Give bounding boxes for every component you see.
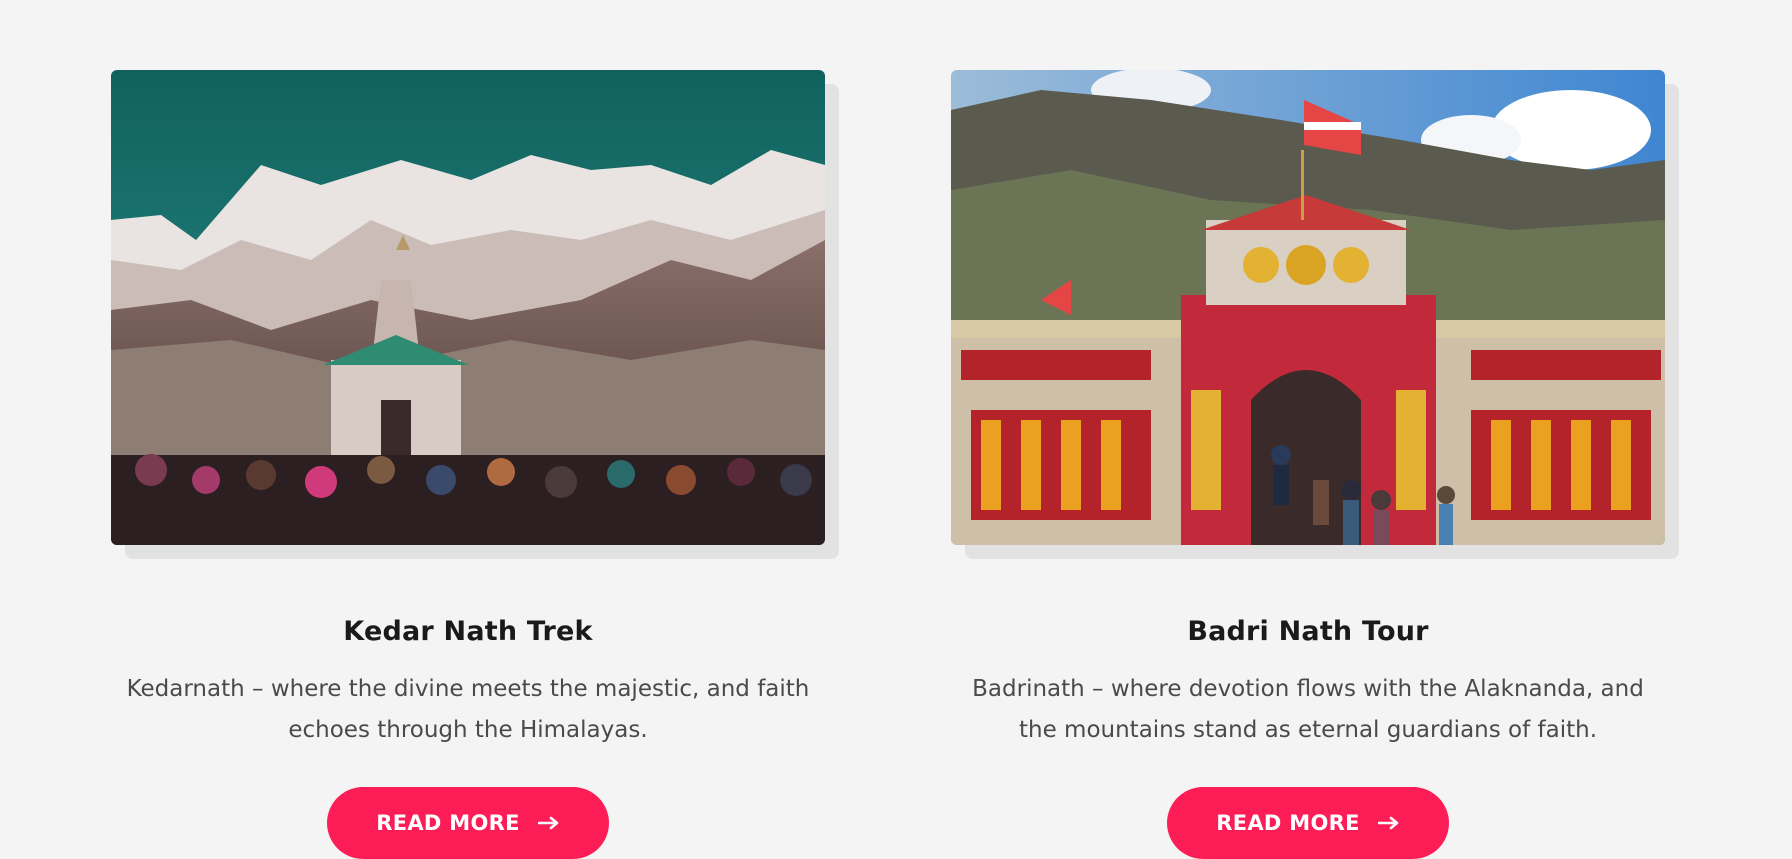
tour-cards: Kedar Nath Trek Kedarnath – where the di…	[0, 0, 1792, 859]
card-title[interactable]: Kedar Nath Trek	[111, 616, 825, 647]
card-description: Badrinath – where devotion flows with th…	[972, 676, 1644, 743]
card-description: Kedarnath – where the divine meets the m…	[126, 676, 810, 743]
tour-card-badrinath: Badri Nath Tour Badrinath – where devoti…	[951, 70, 1679, 859]
arrow-right-icon	[537, 816, 560, 830]
card-title[interactable]: Badri Nath Tour	[951, 616, 1665, 647]
read-more-button[interactable]: READ MORE	[1167, 787, 1449, 859]
read-more-label: READ MORE	[1216, 811, 1360, 835]
kedarnath-temple-image	[111, 70, 825, 545]
arrow-right-icon	[1377, 816, 1400, 830]
read-more-button[interactable]: READ MORE	[327, 787, 609, 859]
card-image-frame[interactable]	[951, 70, 1679, 559]
badrinath-temple-image	[951, 70, 1665, 545]
read-more-label: READ MORE	[376, 811, 520, 835]
card-image-frame[interactable]	[111, 70, 839, 559]
tour-card-kedarnath: Kedar Nath Trek Kedarnath – where the di…	[111, 70, 839, 859]
